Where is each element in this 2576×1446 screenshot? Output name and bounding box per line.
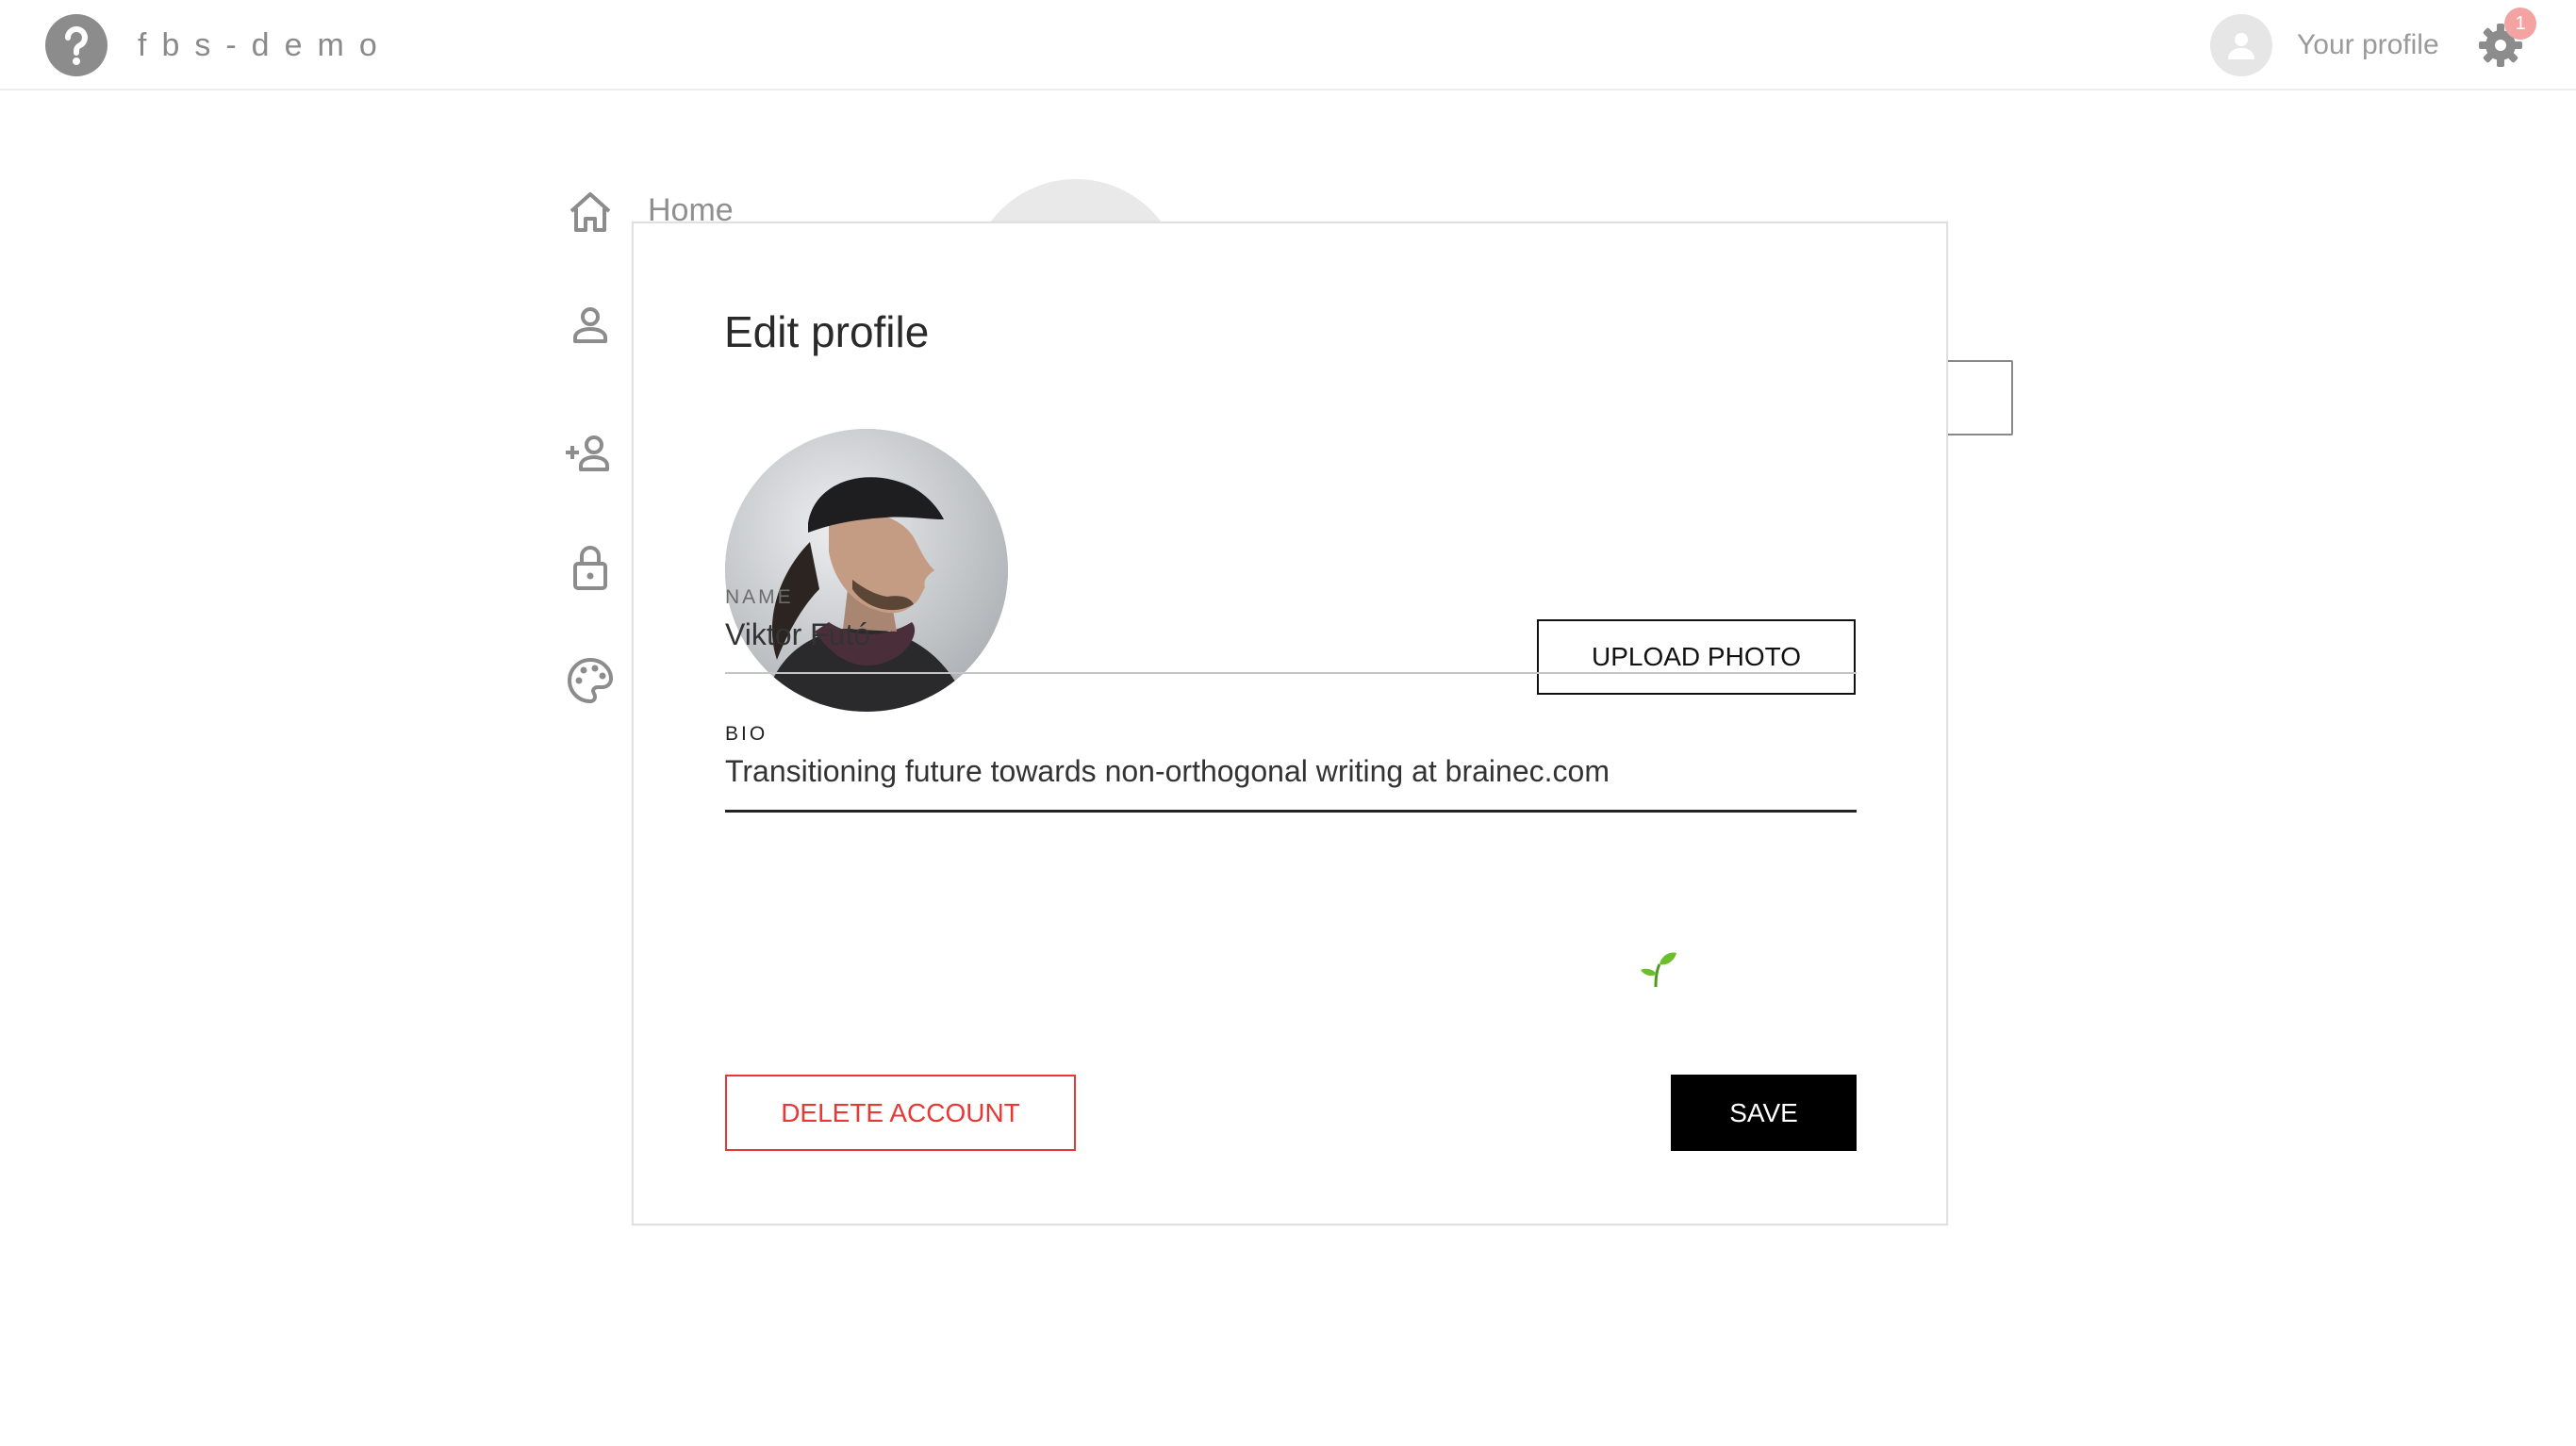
help-circle-icon[interactable]: [45, 14, 107, 76]
name-field[interactable]: [725, 608, 1857, 661]
modal-title: Edit profile: [724, 307, 930, 356]
save-button[interactable]: SAVE: [1671, 1075, 1857, 1151]
lock-icon[interactable]: [562, 539, 619, 596]
profile-photo-image: [725, 429, 1008, 712]
person-icon[interactable]: [562, 298, 619, 354]
name-field-label: NAME: [725, 586, 794, 608]
palette-icon[interactable]: [562, 652, 619, 709]
your-profile-label: Your profile: [2297, 29, 2439, 60]
bio-field[interactable]: [725, 745, 1857, 797]
app-name[interactable]: fbs-demo: [138, 26, 392, 64]
add-person-icon[interactable]: [562, 426, 619, 483]
notification-badge[interactable]: 1: [2504, 8, 2536, 40]
seedling-icon: [1641, 952, 1676, 988]
delete-account-button[interactable]: DELETE ACCOUNT: [725, 1075, 1076, 1151]
person-icon: [2228, 33, 2254, 59]
top-bar: fbs-demo Your profile 1: [0, 0, 2576, 90]
edit-profile-modal: Edit profile UPLOAD PHOTO NAME Viktor Fu…: [632, 222, 1948, 1225]
name-field-underline: [725, 672, 1857, 674]
profile-photo: [725, 429, 1008, 712]
bio-field-label: BIO: [725, 723, 768, 745]
bio-field-underline: [725, 810, 1857, 813]
home-icon[interactable]: [562, 185, 619, 241]
your-profile-link[interactable]: Your profile: [2210, 13, 2439, 77]
avatar: [2210, 14, 2272, 76]
